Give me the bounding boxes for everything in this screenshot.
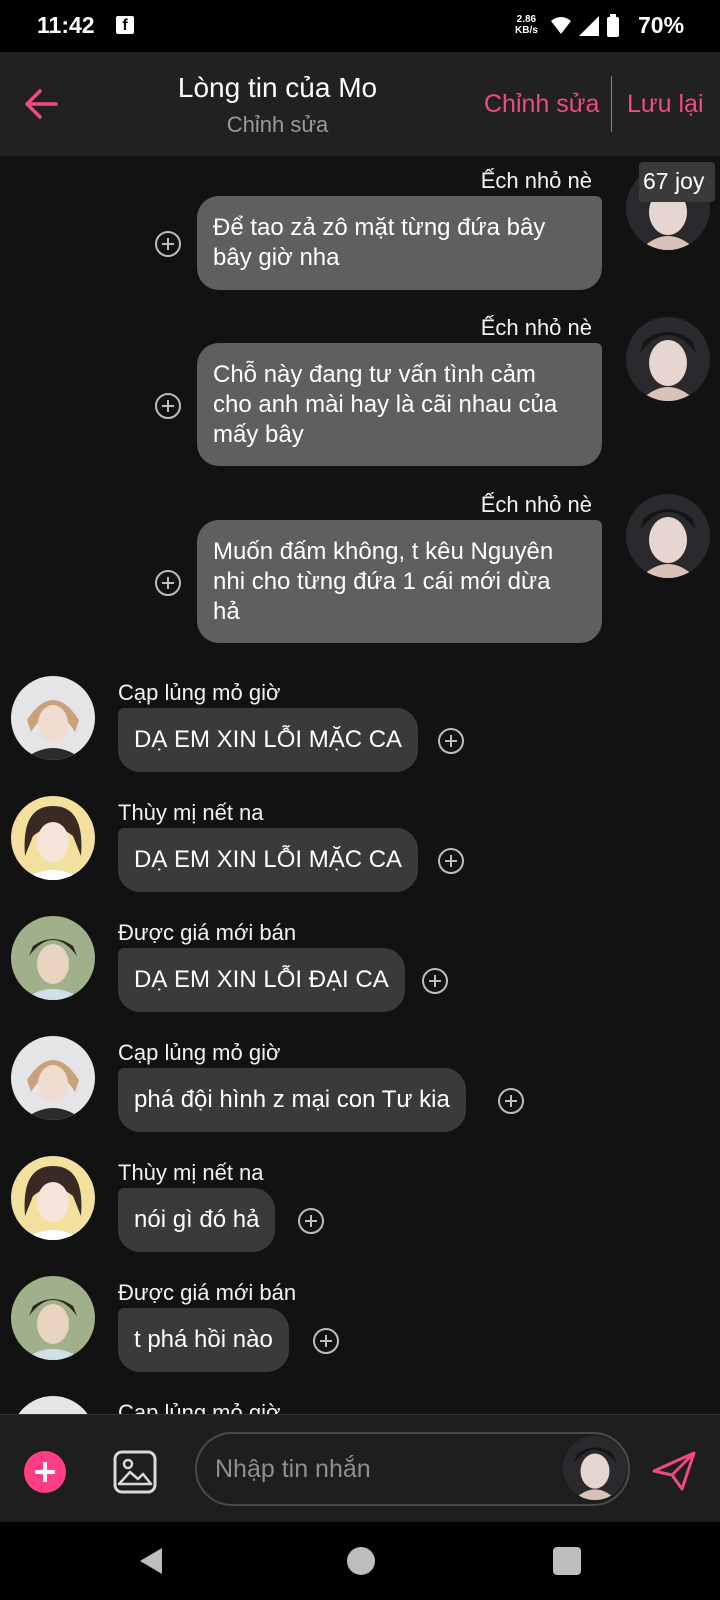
message-text: t phá hồi nào bbox=[134, 1326, 273, 1353]
square-recents-icon[interactable] bbox=[553, 1547, 581, 1575]
network-speed-value: 2.86 bbox=[516, 14, 537, 25]
plus-circle-icon[interactable] bbox=[24, 1451, 66, 1493]
message-input-field[interactable] bbox=[195, 1432, 630, 1506]
page-subtitle: Chỉnh sửa bbox=[226, 112, 329, 137]
react-add-icon[interactable] bbox=[298, 1208, 324, 1234]
message-bubble[interactable]: DẠ EM XIN LỖI MẶC CA bbox=[118, 708, 419, 772]
avatar[interactable] bbox=[563, 1436, 627, 1500]
sender-name: Thùy mị nết na bbox=[118, 800, 264, 825]
react-add-icon[interactable] bbox=[438, 848, 464, 874]
sender-name: Cạp lủng mỏ giờ bbox=[118, 1040, 281, 1065]
joy-badge: 67 joy bbox=[639, 162, 715, 202]
sender-name: Được giá mới bán bbox=[118, 920, 297, 945]
avatar[interactable] bbox=[11, 1156, 95, 1240]
react-add-icon[interactable] bbox=[498, 1088, 524, 1114]
message-text: bây giờ nha bbox=[213, 244, 340, 271]
facebook-icon: f bbox=[116, 16, 134, 34]
page-title: Lòng tin của Mo bbox=[177, 72, 378, 103]
message-text: nhi cho từng đứa 1 cái mới dừa bbox=[213, 568, 551, 595]
network-speed: 2.86 KB/s bbox=[515, 14, 538, 36]
message-bubble[interactable]: phá đội hình z mại con Tư kia bbox=[118, 1068, 466, 1132]
avatar[interactable] bbox=[11, 1396, 95, 1414]
battery-percent: 70% bbox=[638, 12, 685, 38]
react-add-icon[interactable] bbox=[422, 968, 448, 994]
message-input[interactable] bbox=[215, 1434, 545, 1504]
message-bubble[interactable]: DẠ EM XIN LỖI ĐẠI CA bbox=[118, 948, 405, 1012]
avatar[interactable] bbox=[626, 494, 710, 578]
avatar[interactable] bbox=[11, 916, 95, 1000]
composer-bar bbox=[0, 1414, 720, 1522]
message-bubble[interactable]: t phá hồi nào bbox=[118, 1308, 289, 1372]
message-text: Muốn đấm không, t kêu Nguyên bbox=[213, 538, 554, 565]
message-bubble[interactable]: Chỗ này đang tư vấn tình cảm cho anh mài… bbox=[197, 343, 602, 466]
message-text: DẠ EM XIN LỖI MẶC CA bbox=[134, 726, 403, 753]
system-nav-bar bbox=[0, 1522, 720, 1600]
message-list[interactable]: Ếch nhỏ nè Để tao zả zô mặt từng đứa bây… bbox=[0, 156, 720, 1414]
sender-name: Cạp lủng mỏ giờ bbox=[118, 1400, 281, 1414]
sender-name: Thùy mị nết na bbox=[118, 1160, 264, 1185]
message-bubble[interactable]: Để tao zả zô mặt từng đứa bây bây giờ nh… bbox=[197, 196, 602, 290]
avatar[interactable] bbox=[11, 1036, 95, 1120]
sender-name: Ếch nhỏ nè bbox=[480, 492, 592, 517]
back-arrow-icon[interactable] bbox=[20, 82, 64, 126]
message-text: DẠ EM XIN LỖI MẶC CA bbox=[134, 846, 403, 873]
sender-name: Ếch nhỏ nè bbox=[480, 315, 592, 340]
message-bubble[interactable]: Muốn đấm không, t kêu Nguyên nhi cho từn… bbox=[197, 520, 602, 643]
avatar[interactable] bbox=[11, 676, 95, 760]
status-bar: 11:42 f 2.86 KB/s 70% bbox=[0, 0, 720, 52]
avatar[interactable] bbox=[11, 1276, 95, 1360]
sender-name: Được giá mới bán bbox=[118, 1280, 297, 1305]
message-bubble[interactable]: nói gì đó hả bbox=[118, 1188, 276, 1252]
react-add-icon[interactable] bbox=[155, 393, 181, 419]
wifi-icon bbox=[551, 17, 571, 34]
avatar[interactable] bbox=[11, 796, 95, 880]
react-add-icon[interactable] bbox=[438, 728, 464, 754]
chat-header: Lòng tin của Mo Chỉnh sửa Chỉnh sửa Lưu … bbox=[0, 52, 720, 156]
message-text: nói gì đó hả bbox=[134, 1206, 260, 1233]
send-icon[interactable] bbox=[650, 1447, 698, 1495]
message-text: Chỗ này đang tư vấn tình cảm bbox=[213, 361, 536, 388]
cell-signal-icon bbox=[579, 16, 599, 36]
message-text: Để tao zả zô mặt từng đứa bây bbox=[213, 214, 546, 241]
message-bubble[interactable]: DẠ EM XIN LỖI MẶC CA bbox=[118, 828, 419, 892]
clock: 11:42 bbox=[37, 12, 95, 38]
signal-icons bbox=[551, 14, 619, 37]
circle-home-icon[interactable] bbox=[347, 1547, 375, 1575]
sender-name: Cạp lủng mỏ giờ bbox=[118, 680, 281, 705]
battery-icon bbox=[607, 17, 619, 37]
message-text: mấy bây bbox=[213, 421, 304, 448]
image-icon[interactable] bbox=[112, 1449, 158, 1495]
avatar[interactable] bbox=[626, 317, 710, 401]
edit-button[interactable]: Chỉnh sửa bbox=[484, 90, 599, 119]
react-add-icon[interactable] bbox=[313, 1328, 339, 1354]
triangle-back-icon[interactable] bbox=[134, 1544, 168, 1578]
message-text: cho anh mài hay là cãi nhau của bbox=[213, 391, 558, 418]
sender-name: Ếch nhỏ nè bbox=[480, 168, 592, 193]
react-add-icon[interactable] bbox=[155, 570, 181, 596]
message-text: DẠ EM XIN LỖI ĐẠI CA bbox=[134, 966, 389, 993]
react-add-icon[interactable] bbox=[155, 231, 181, 257]
message-text: hả bbox=[213, 598, 240, 625]
header-divider bbox=[611, 76, 612, 132]
message-text: phá đội hình z mại con Tư kia bbox=[134, 1086, 450, 1113]
network-speed-unit: KB/s bbox=[515, 25, 538, 36]
save-button[interactable]: Lưu lại bbox=[627, 90, 704, 119]
